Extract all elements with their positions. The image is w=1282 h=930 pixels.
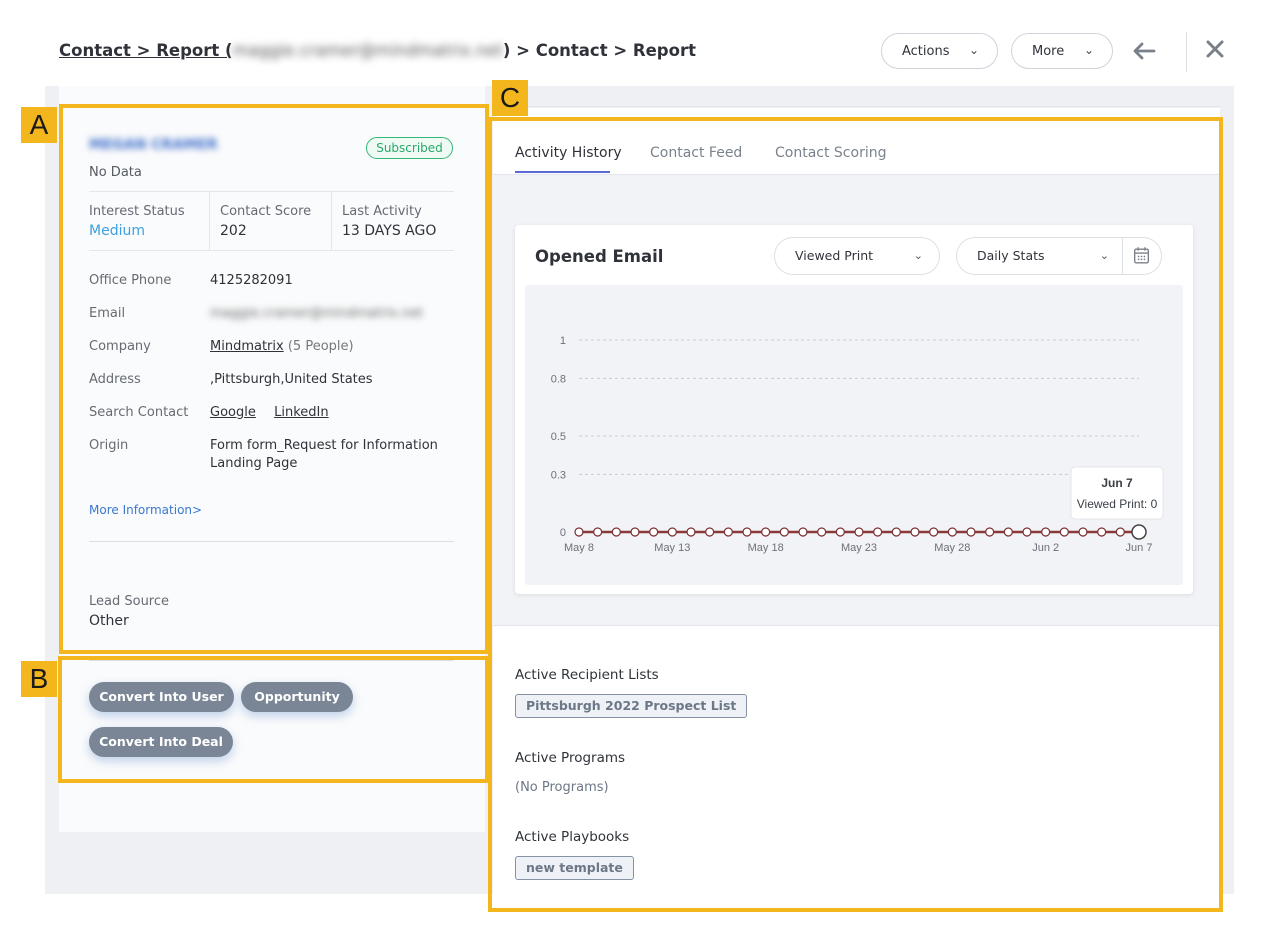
annotation-box-c — [488, 117, 1223, 912]
more-dropdown-button[interactable]: More ⌄ — [1011, 33, 1113, 69]
annotation-box-a — [59, 104, 489, 654]
breadcrumb-email-blurred: maggie.cramer@mindmatrix.net — [232, 41, 503, 60]
page-header: Contact > Report (maggie.cramer@mindmatr… — [0, 0, 1282, 100]
annotation-label-a: A — [21, 107, 57, 143]
annotation-label-b: B — [21, 661, 57, 697]
right-panel-top-divider — [493, 106, 1221, 107]
chevron-down-icon: ⌄ — [968, 43, 979, 57]
breadcrumb: Contact > Report (maggie.cramer@mindmatr… — [59, 41, 696, 60]
breadcrumb-contact-report-link[interactable]: Contact > Report (maggie.cramer@mindmatr… — [59, 41, 503, 60]
back-arrow-icon[interactable] — [1128, 36, 1158, 66]
breadcrumb-current: ) > Contact > Report — [502, 41, 696, 60]
actions-dropdown-button[interactable]: Actions ⌄ — [881, 33, 998, 69]
header-divider — [1186, 32, 1187, 72]
annotation-label-c: C — [492, 80, 528, 116]
annotation-box-b — [58, 656, 489, 783]
chevron-down-icon: ⌄ — [1083, 43, 1094, 57]
close-icon[interactable] — [1204, 38, 1226, 60]
